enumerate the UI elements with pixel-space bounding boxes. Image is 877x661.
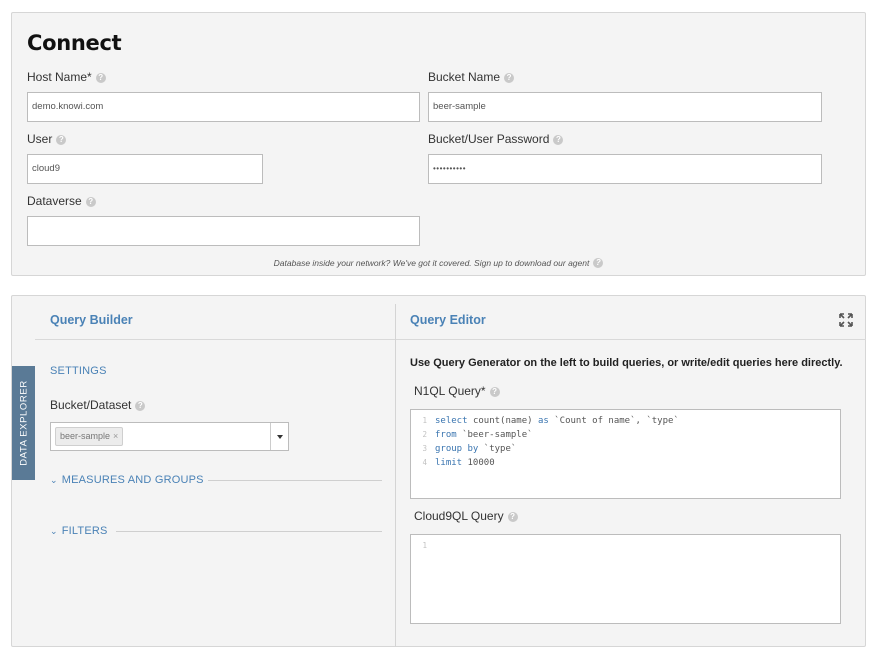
help-icon[interactable]: ? — [489, 387, 500, 397]
chevron-down-icon[interactable] — [270, 423, 288, 450]
code-text: `Count of name`, `type` — [554, 416, 679, 426]
pane-divider — [395, 304, 396, 647]
bucket-password-label: Bucket/User Password? — [428, 132, 564, 146]
expand-icon[interactable] — [838, 312, 854, 328]
help-icon[interactable]: ? — [593, 258, 604, 268]
cloud9ql-editor[interactable]: 1 — [410, 534, 841, 624]
help-icon[interactable]: ? — [85, 197, 96, 207]
connect-title: Connect — [27, 31, 122, 55]
section-divider — [116, 531, 382, 532]
code-keyword: group by — [435, 444, 484, 454]
help-icon[interactable]: ? — [95, 73, 106, 83]
code-line: 3 group by `type` — [411, 442, 840, 456]
dataverse-input[interactable] — [27, 216, 420, 246]
code-line: 1 — [411, 539, 840, 553]
help-icon[interactable]: ? — [553, 135, 564, 145]
n1ql-label: N1QL Query*? — [414, 384, 500, 398]
dataverse-label: Dataverse? — [27, 194, 96, 208]
measures-label: MEASURES AND GROUPS — [61, 474, 204, 486]
code-text: `beer-sample` — [462, 430, 533, 440]
tag-remove-icon[interactable]: × — [113, 431, 118, 441]
help-icon[interactable]: ? — [135, 401, 146, 411]
header-divider — [35, 339, 395, 340]
line-number: 3 — [422, 444, 427, 453]
user-label: User? — [27, 132, 67, 146]
agent-note: Database inside your network? We've got … — [12, 258, 865, 268]
filters-label: FILTERS — [61, 525, 108, 537]
query-panel: DATA EXPLORER Query Builder SETTINGS Buc… — [11, 295, 866, 647]
code-keyword: from — [435, 430, 463, 440]
selected-tag: beer-sample × — [55, 427, 124, 446]
chevron-down-icon: ⌄ — [50, 475, 58, 485]
measures-and-groups-toggle[interactable]: ⌄ MEASURES AND GROUPS — [50, 474, 204, 486]
query-builder-title: Query Builder — [50, 313, 133, 327]
section-divider — [208, 480, 382, 481]
code-keyword: as — [537, 416, 555, 426]
line-number: 4 — [422, 458, 427, 467]
code-line: 2 from `beer-sample` — [411, 428, 840, 442]
chevron-down-icon: ⌄ — [50, 526, 58, 536]
n1ql-editor[interactable]: 1 select count(name) as `Count of name`, … — [410, 409, 841, 499]
host-name-label: Host Name*? — [27, 70, 106, 84]
data-explorer-tab-label: DATA EXPLORER — [18, 380, 29, 466]
line-number: 1 — [422, 416, 427, 425]
agent-link[interactable]: Database inside your network? We've got … — [274, 258, 590, 268]
code-text: 10000 — [467, 458, 495, 468]
code-line: 1 select count(name) as `Count of name`, … — [411, 414, 840, 428]
code-keyword: select — [435, 416, 473, 426]
bucket-password-input[interactable]: •••••••••• — [428, 154, 822, 184]
code-text: count(name) — [472, 416, 538, 426]
query-editor-title: Query Editor — [410, 313, 486, 327]
help-icon[interactable]: ? — [504, 73, 515, 83]
cloud9ql-label: Cloud9QL Query? — [414, 509, 518, 523]
data-explorer-tab[interactable]: DATA EXPLORER — [12, 366, 35, 480]
bucket-dataset-select[interactable]: beer-sample × — [50, 422, 289, 451]
line-number: 1 — [422, 541, 427, 550]
header-divider — [396, 339, 866, 340]
bucket-name-label: Bucket Name? — [428, 70, 515, 84]
filters-toggle[interactable]: ⌄ FILTERS — [50, 525, 108, 537]
bucket-dataset-label: Bucket/Dataset? — [50, 398, 146, 412]
code-line: 4 limit 10000 — [411, 456, 840, 470]
query-editor-intro: Use Query Generator on the left to build… — [410, 357, 843, 369]
host-name-input[interactable]: demo.knowi.com — [27, 92, 420, 122]
help-icon[interactable]: ? — [56, 135, 67, 145]
settings-link[interactable]: SETTINGS — [50, 365, 107, 377]
user-input[interactable]: cloud9 — [27, 154, 263, 184]
line-number: 2 — [422, 430, 427, 439]
bucket-name-input[interactable]: beer-sample — [428, 92, 822, 122]
connect-panel: Connect Host Name*? demo.knowi.com Bucke… — [11, 12, 866, 276]
help-icon[interactable]: ? — [507, 512, 518, 522]
code-keyword: limit — [435, 458, 468, 468]
code-text: `type` — [483, 444, 517, 454]
